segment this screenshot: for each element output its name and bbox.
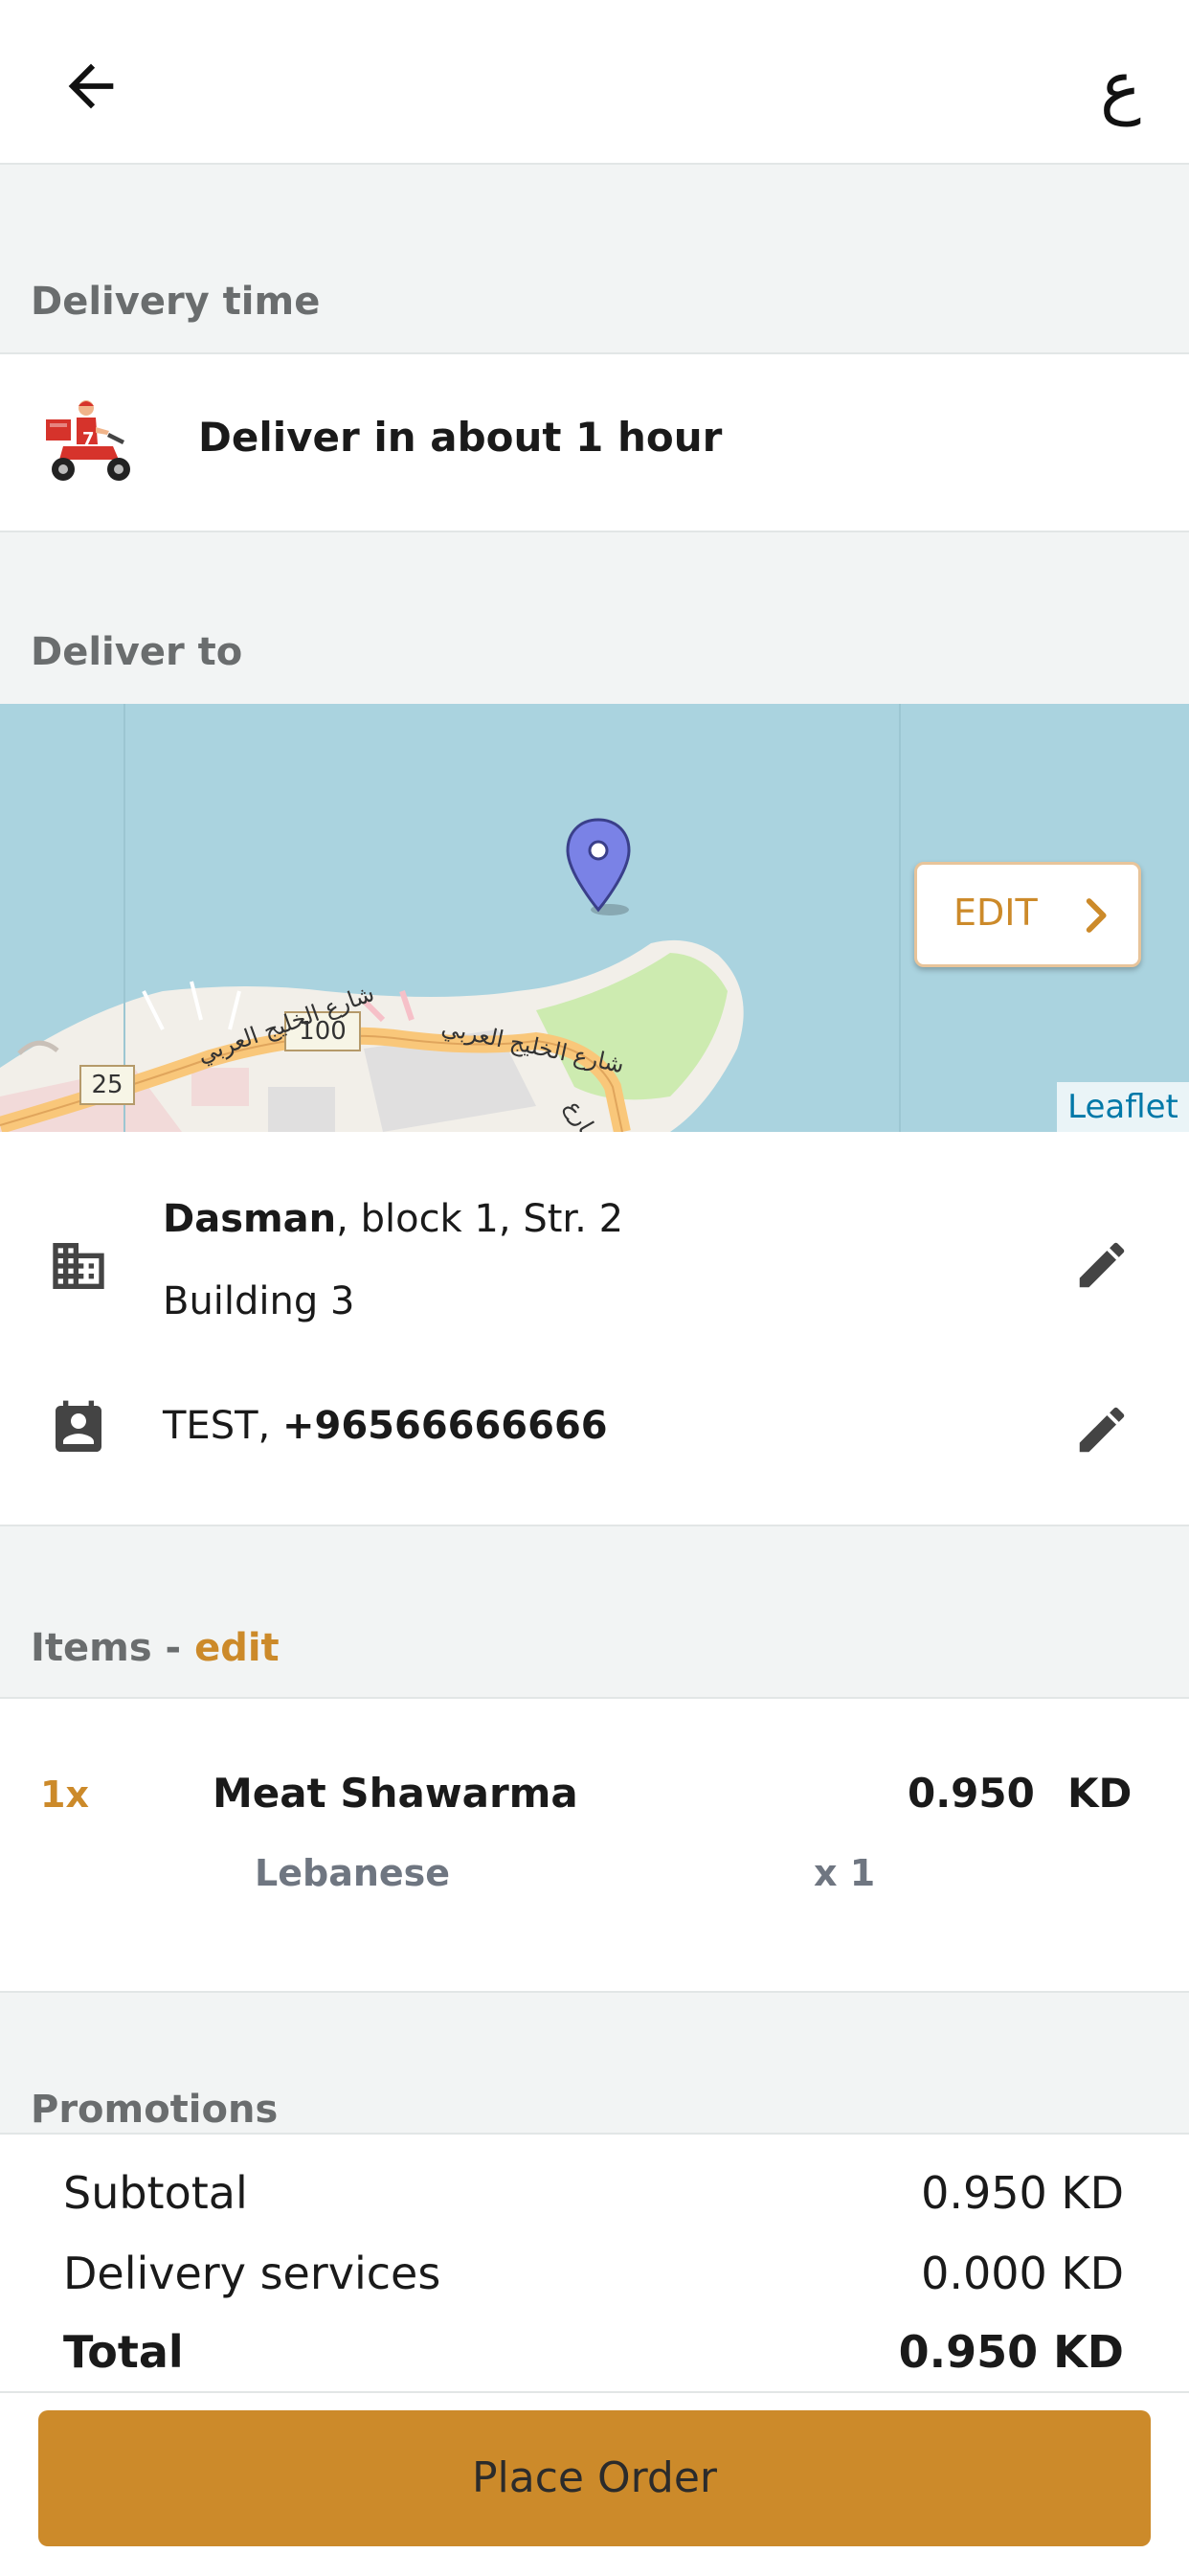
item-price: 0.950: [908, 1770, 1035, 1817]
top-app-bar: ع: [0, 0, 1189, 165]
delivery-time-text: Deliver in about 1 hour: [198, 414, 723, 461]
delivery-time-card: 7 Deliver in about 1 hour: [0, 352, 1189, 532]
item-currency: KD: [1067, 1770, 1133, 1817]
subtotal-value: 0.950 KD: [921, 2167, 1124, 2219]
contact-line: TEST, +96566666666: [163, 1404, 608, 1448]
order-summary: Subtotal 0.950 KD Delivery services 0.00…: [0, 2133, 1189, 2393]
delivery-time-title: Delivery time: [31, 280, 321, 324]
address-details: , block 1, Str. 2: [336, 1197, 624, 1241]
edit-items-link[interactable]: edit: [194, 1626, 280, 1670]
contact-name: TEST,: [163, 1404, 282, 1448]
building-icon: [53, 1243, 104, 1289]
deliver-to-title: Deliver to: [31, 630, 243, 674]
item-name: Meat Shawarma: [213, 1770, 578, 1817]
total-value: 0.950 KD: [898, 2326, 1124, 2378]
edit-location-label: EDIT: [953, 892, 1038, 934]
address-card: Dasman, block 1, Str. 2 Building 3 TEST,…: [0, 1132, 1189, 1526]
road-shield-25: 25: [91, 1071, 123, 1099]
promotions-title: Promotions: [31, 2088, 279, 2132]
subtotal-label: Subtotal: [63, 2167, 248, 2219]
delivery-services-label: Delivery services: [63, 2248, 441, 2299]
item-option-quantity: x 1: [814, 1852, 876, 1894]
footer-bar: Place Order: [0, 2391, 1189, 2576]
address-area: Dasman: [163, 1197, 337, 1241]
place-order-button[interactable]: Place Order: [38, 2410, 1151, 2546]
item-quantity: 1x: [40, 1774, 89, 1816]
items-title-label: Items -: [31, 1626, 195, 1670]
address-line-1: Dasman, block 1, Str. 2: [163, 1197, 623, 1241]
delivery-scooter-icon: 7: [46, 400, 130, 481]
contact-phone: +96566666666: [281, 1404, 608, 1448]
map-pin-icon[interactable]: [560, 816, 637, 921]
language-toggle[interactable]: ع: [1100, 43, 1141, 129]
items-title: Items - edit: [31, 1626, 280, 1670]
items-card: 1x Meat Shawarma 0.950 KD Lebanese x 1: [0, 1697, 1189, 1993]
delivery-services-value: 0.000 KD: [921, 2248, 1124, 2299]
chevron-right-icon: [1086, 898, 1107, 933]
total-label: Total: [63, 2326, 184, 2378]
edit-contact-pencil-icon[interactable]: [1072, 1400, 1132, 1459]
edit-location-button[interactable]: EDIT: [914, 862, 1141, 967]
svg-text:7: 7: [82, 429, 95, 449]
leaflet-attribution-link[interactable]: Leaflet: [1057, 1082, 1189, 1132]
contact-card-icon: [56, 1400, 101, 1452]
edit-address-pencil-icon[interactable]: [1072, 1235, 1132, 1295]
item-option: Lebanese: [255, 1852, 451, 1894]
arrow-left-icon[interactable]: [57, 53, 124, 120]
address-line-2: Building 3: [163, 1279, 355, 1323]
